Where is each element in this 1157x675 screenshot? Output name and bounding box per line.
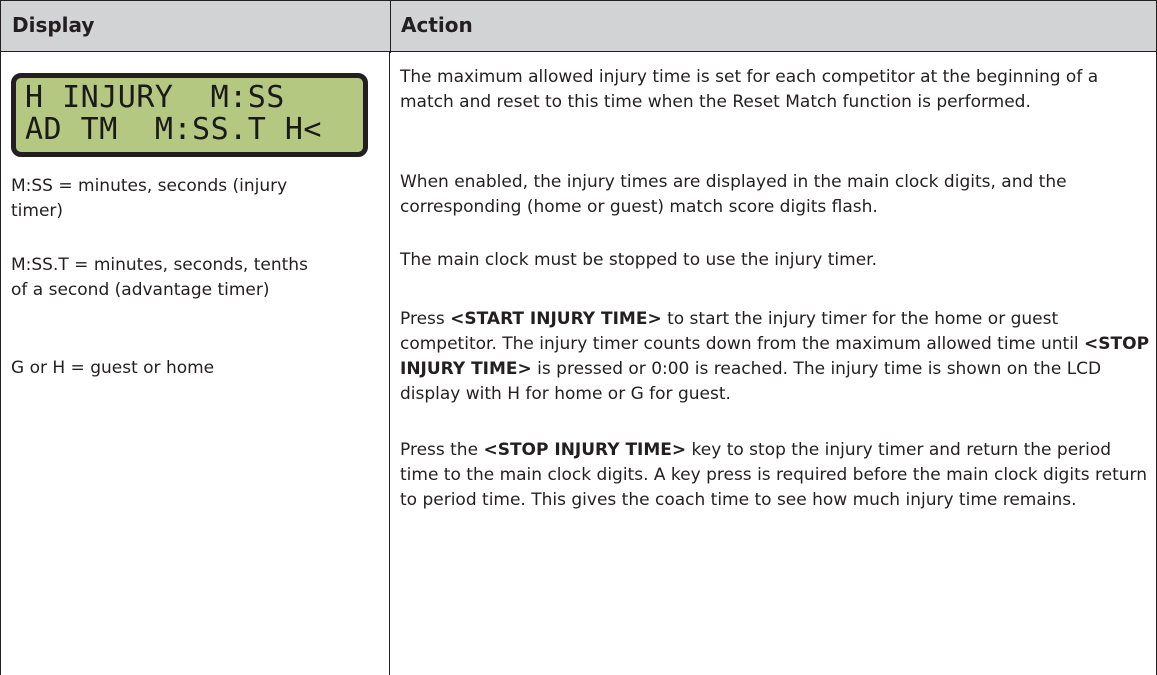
- instruction-table: Display Action H INJURY M:SS AD TM M:SS.…: [0, 0, 1157, 675]
- stop-injury-time-key: <STOP INJURY TIME>: [483, 440, 687, 460]
- column-divider: [389, 52, 390, 675]
- action-paragraph-display-enabled: When enabled, the injury times are displ…: [400, 172, 1067, 217]
- lcd-display: H INJURY M:SS AD TM M:SS.T H<: [11, 73, 368, 157]
- legend-guest-home: G or H = guest or home: [11, 358, 215, 378]
- action-paragraph-stop-injury: Press the <STOP INJURY TIME> key to stop…: [400, 438, 1150, 513]
- text-segment: Press: [400, 309, 451, 329]
- display-column-header: Display: [12, 13, 95, 37]
- start-injury-time-key: <START INJURY TIME>: [450, 309, 662, 329]
- action-column-header: Action: [401, 13, 473, 37]
- table-left-border: [0, 52, 1, 675]
- action-paragraph-max-injury-time: The maximum allowed injury time is set f…: [400, 67, 1099, 112]
- table-header-row: Display Action: [0, 0, 1157, 53]
- lcd-line-1: H INJURY M:SS: [25, 80, 285, 115]
- text-segment: Press the: [400, 440, 484, 460]
- legend-injury-timer: M:SS = minutes, seconds (injury timer): [11, 176, 288, 221]
- header-divider: [390, 1, 391, 53]
- action-paragraph-start-injury: Press <START INJURY TIME> to start the i…: [400, 307, 1150, 407]
- action-paragraph-clock-stopped: The main clock must be stopped to use th…: [400, 250, 877, 270]
- legend-advantage-timer: M:SS.T = minutes, seconds, tenths of a s…: [11, 255, 308, 300]
- lcd-line-2: AD TM M:SS.T H<: [25, 112, 322, 147]
